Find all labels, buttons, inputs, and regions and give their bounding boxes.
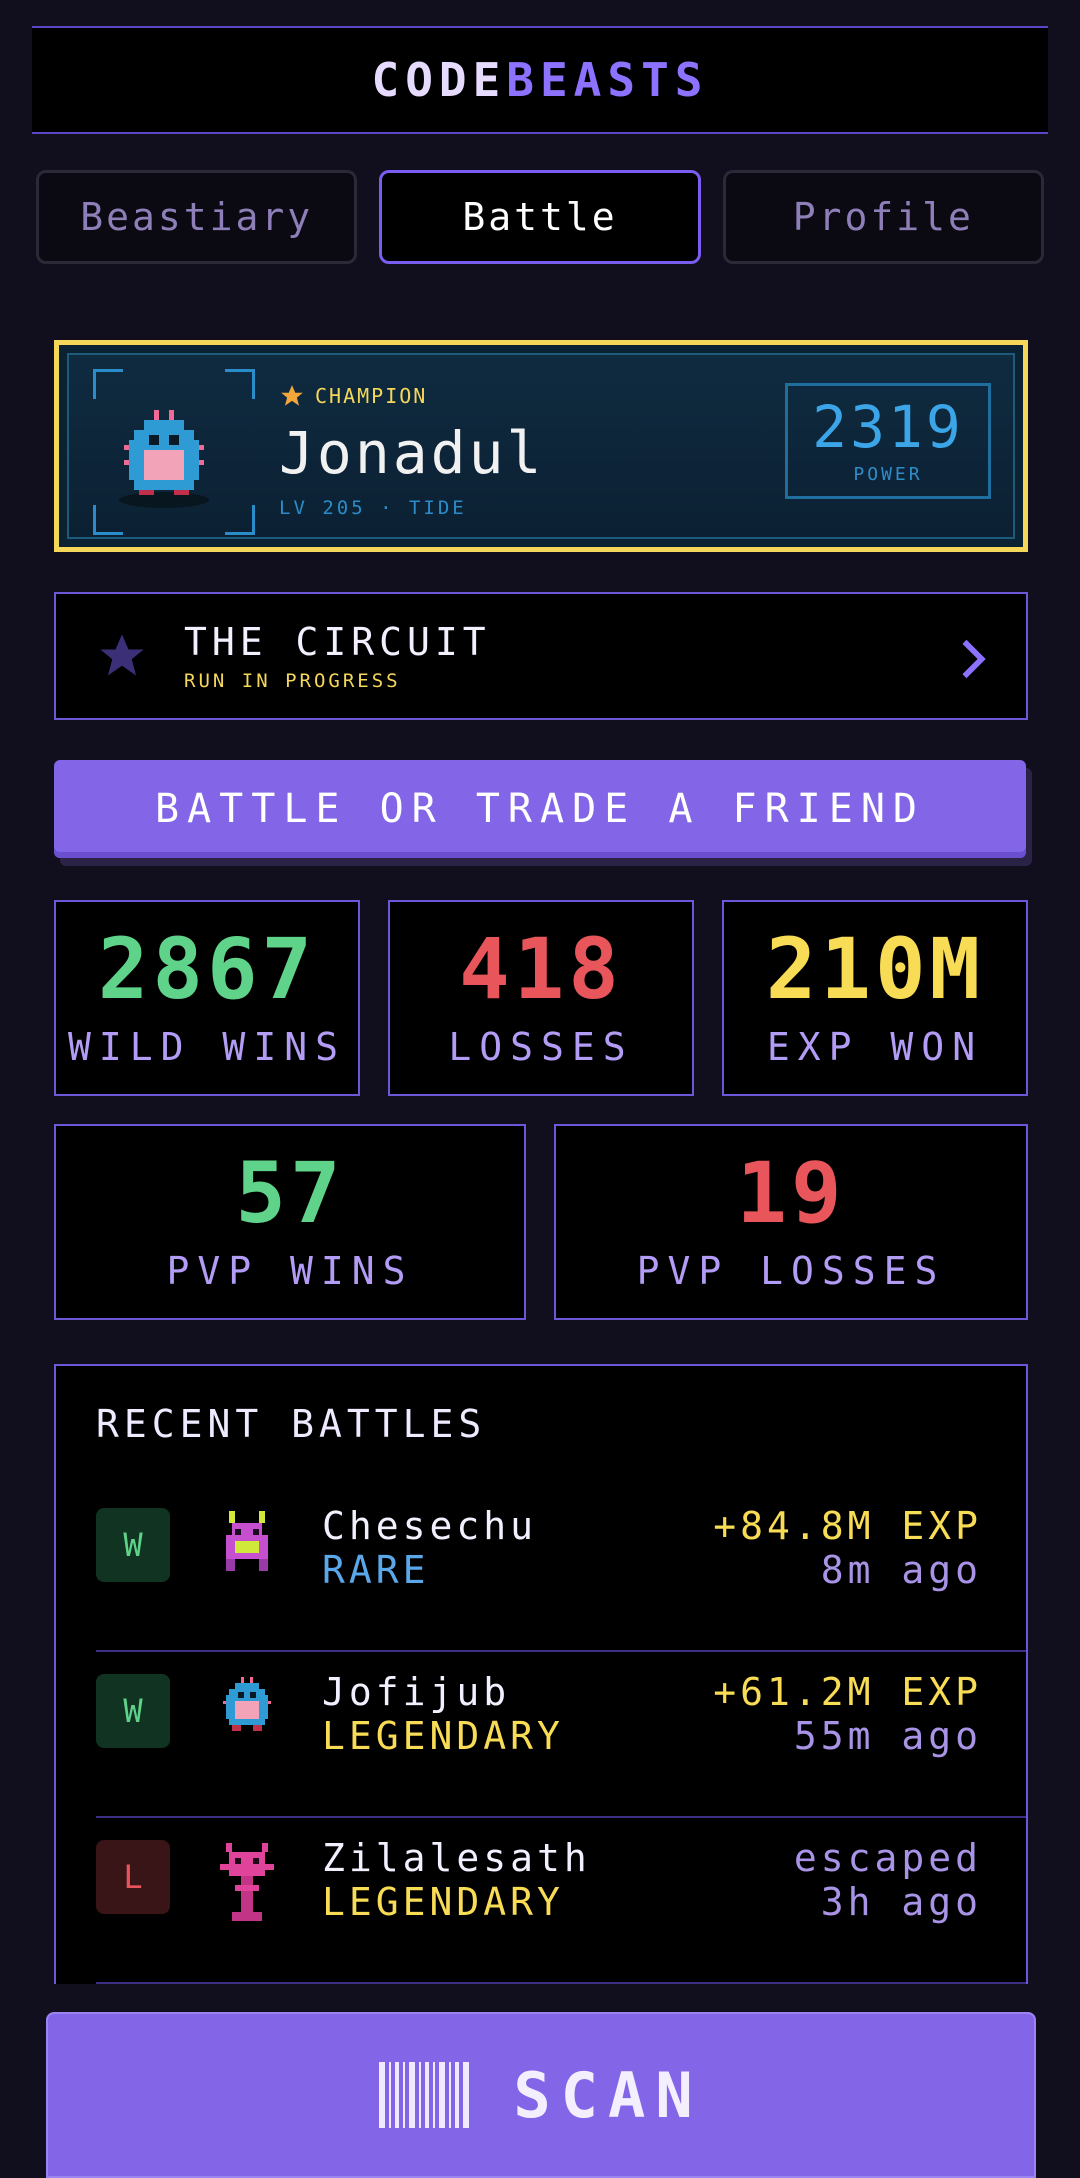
recent-battles-title: RECENT BATTLES — [96, 1402, 487, 1446]
logo-code: CODE — [371, 53, 507, 107]
star-icon — [100, 634, 144, 676]
battle-row[interactable]: W Chesechu RARE +84.8M EXP 8m ago — [96, 1486, 1026, 1652]
beast-sprite-icon — [220, 1843, 274, 1921]
stat-pvp-losses: 19 PVP LOSSES — [554, 1124, 1028, 1320]
stat-pvp-wins: 57 PVP WINS — [54, 1124, 526, 1320]
battle-result: escaped — [793, 1836, 982, 1880]
stat-losses-label: LOSSES — [448, 1025, 634, 1069]
battle-time: 3h ago — [820, 1880, 982, 1924]
stat-exp-won-label: EXP WON — [766, 1025, 984, 1069]
battle-time: 8m ago — [820, 1548, 982, 1592]
beast-rarity: LEGENDARY — [322, 1714, 564, 1758]
champion-subtitle: LV 205 · TIDE — [279, 497, 467, 519]
win-badge: W — [96, 1508, 170, 1582]
row-divider — [96, 1982, 1026, 1984]
stat-pvp-losses-label: PVP LOSSES — [636, 1249, 946, 1293]
beast-rarity: RARE — [322, 1548, 430, 1592]
stat-pvp-wins-value: 57 — [235, 1144, 345, 1242]
battle-result: +84.8M EXP — [713, 1504, 982, 1548]
champion-card[interactable]: CHAMPION Jonadul LV 205 · TIDE 2319 POWE… — [54, 340, 1028, 552]
battle-row[interactable]: W Jofijub LEGENDARY +61.2M EXP 55m ago — [96, 1652, 1026, 1818]
stat-pvp-losses-value: 19 — [736, 1144, 846, 1242]
app-logo: CODEBEASTS — [372, 53, 709, 107]
stat-losses: 418 LOSSES — [388, 900, 694, 1096]
power-box: 2319 POWER — [785, 383, 991, 499]
beast-name: Chesechu — [322, 1504, 538, 1548]
stat-wild-wins: 2867 WILD WINS — [54, 900, 360, 1096]
circuit-title: THE CIRCUIT — [184, 620, 491, 664]
beast-sprite-icon — [223, 1677, 271, 1731]
chevron-right-icon — [962, 639, 986, 679]
champion-tag: CHAMPION — [279, 383, 544, 409]
battle-time: 55m ago — [793, 1714, 982, 1758]
tab-battle[interactable]: Battle — [379, 170, 701, 264]
stat-pvp-wins-label: PVP WINS — [166, 1249, 414, 1293]
scan-label: SCAN — [513, 2058, 703, 2132]
champion-info: CHAMPION Jonadul LV 205 · TIDE — [279, 383, 544, 519]
stat-wild-wins-label: WILD WINS — [68, 1025, 346, 1069]
app-header: CODEBEASTS — [32, 26, 1048, 134]
circuit-card[interactable]: THE CIRCUIT RUN IN PROGRESS — [54, 592, 1028, 720]
stat-losses-value: 418 — [459, 920, 623, 1018]
logo-beasts: BEASTS — [506, 53, 709, 107]
beast-rarity: LEGENDARY — [322, 1880, 564, 1924]
champion-beast-sprite — [119, 410, 209, 508]
beast-name: Zilalesath — [322, 1836, 591, 1880]
battle-result: +61.2M EXP — [713, 1670, 982, 1714]
tab-profile[interactable]: Profile — [722, 170, 1044, 264]
barcode-icon — [379, 2062, 470, 2128]
star-icon — [281, 385, 303, 406]
battle-row[interactable]: L Zilalesath LEGENDARY escaped 3h ago — [96, 1818, 1026, 1984]
win-badge: W — [96, 1674, 170, 1748]
circuit-subtitle: RUN IN PROGRESS — [184, 670, 401, 692]
tab-beastiary[interactable]: Beastiary — [36, 170, 358, 264]
beast-sprite-icon — [226, 1511, 268, 1571]
stat-wild-wins-value: 2867 — [97, 920, 317, 1018]
stat-exp-won: 210M EXP WON — [722, 900, 1028, 1096]
champion-tag-label: CHAMPION — [315, 384, 428, 408]
battle-screen: CODEBEASTS Beastiary Battle Profile CHAM… — [0, 0, 1080, 2178]
nav-tabs: Beastiary Battle Profile — [36, 170, 1044, 264]
scan-button[interactable]: SCAN — [46, 2012, 1036, 2178]
power-value: 2319 — [812, 392, 964, 461]
power-label: POWER — [853, 463, 923, 485]
stat-exp-won-value: 210M — [765, 920, 985, 1018]
battle-trade-button[interactable]: BATTLE OR TRADE A FRIEND — [54, 760, 1026, 858]
beast-name: Jofijub — [322, 1670, 511, 1714]
loss-badge: L — [96, 1840, 170, 1914]
recent-battles-panel[interactable]: RECENT BATTLES W Chesechu RARE +84.8M EX… — [54, 1364, 1028, 1984]
champion-name: Jonadul — [279, 419, 545, 487]
